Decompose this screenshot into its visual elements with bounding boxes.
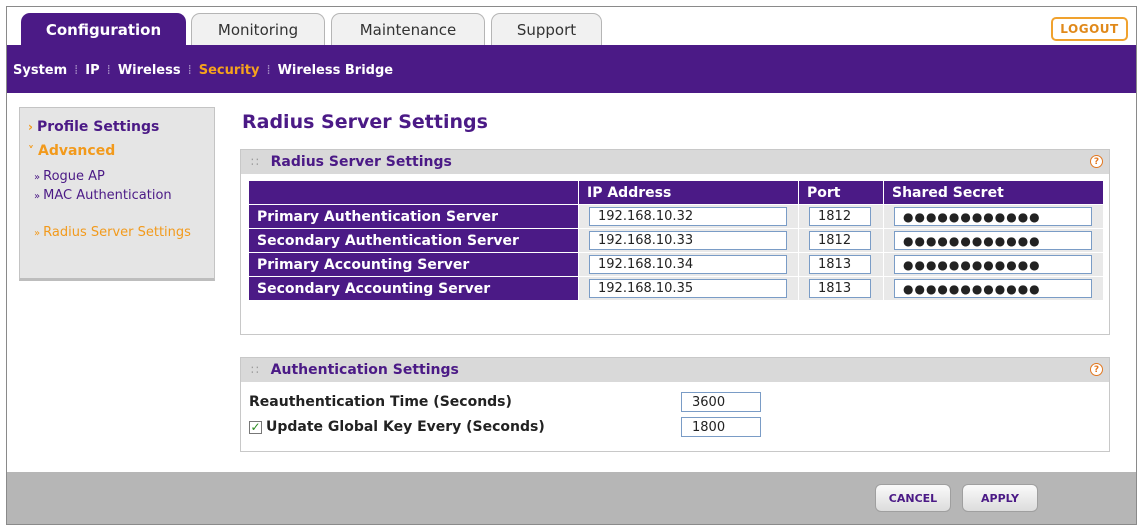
- port-cell: 1812: [798, 228, 884, 253]
- page-title: Radius Server Settings: [242, 111, 488, 133]
- sidebar-item-label: Rogue AP: [43, 169, 105, 184]
- panel-title: Radius Server Settings: [270, 154, 452, 170]
- sidebar-item-advanced[interactable]: ˅ Advanced: [28, 143, 115, 159]
- logout-button[interactable]: LOGOUT: [1051, 17, 1128, 41]
- panel-title: Authentication Settings: [270, 362, 459, 378]
- help-icon[interactable]: ?: [1090, 363, 1103, 376]
- double-chevron-icon: »: [34, 172, 41, 183]
- sidebar-item-profile-settings[interactable]: › Profile Settings: [28, 119, 159, 135]
- update-key-interval-input[interactable]: 1800: [681, 417, 761, 437]
- port-cell: 1813: [798, 252, 884, 277]
- ip-address-input[interactable]: 192.168.10.33: [589, 231, 787, 250]
- tab-configuration[interactable]: Configuration: [21, 13, 186, 46]
- subnav-system[interactable]: System: [13, 63, 67, 78]
- ip-cell: 192.168.10.34: [578, 252, 799, 277]
- port-cell: 1813: [798, 276, 884, 301]
- port-input[interactable]: 1813: [809, 255, 871, 274]
- tab-monitoring[interactable]: Monitoring: [191, 13, 325, 45]
- reauth-label: Reauthentication Time (Seconds): [249, 394, 512, 410]
- table-header-row: IP Address Port Shared Secret: [248, 180, 1104, 205]
- subnav-wireless-bridge[interactable]: Wireless Bridge: [278, 63, 394, 78]
- subnav-security[interactable]: Security: [199, 63, 260, 78]
- top-tab-bar: Configuration Monitoring Maintenance Sup…: [7, 7, 1136, 46]
- sidebar-item-radius-server-settings[interactable]: » Radius Server Settings: [34, 225, 204, 241]
- left-sidebar: › Profile Settings ˅ Advanced » Rogue AP » M…: [19, 107, 215, 281]
- table-row: Primary Authentication Server 192.168.10…: [248, 204, 1104, 229]
- cancel-button[interactable]: CANCEL: [875, 484, 951, 512]
- server-label: Primary Authentication Server: [248, 204, 579, 229]
- secret-cell: ●●●●●●●●●●●●: [883, 228, 1104, 253]
- ip-cell: 192.168.10.32: [578, 204, 799, 229]
- column-header-ip: IP Address: [578, 180, 799, 205]
- sidebar-item-label: Advanced: [38, 143, 116, 159]
- secret-cell: ●●●●●●●●●●●●: [883, 204, 1104, 229]
- grip-icon: ∷: [251, 155, 259, 169]
- panel-header: ∷ Radius Server Settings ?: [241, 150, 1109, 174]
- port-input[interactable]: 1812: [809, 231, 871, 250]
- sub-navigation: System ⁞ IP ⁞ Wireless ⁞ Security ⁞ Wire…: [7, 45, 1136, 93]
- panel-header: ∷ Authentication Settings ?: [241, 358, 1109, 382]
- sidebar-item-label: MAC Authentication: [43, 188, 172, 203]
- chevron-down-icon: ˅: [28, 144, 34, 158]
- double-chevron-icon: »: [34, 191, 41, 202]
- subnav-separator: ⁞: [106, 63, 111, 78]
- ip-cell: 192.168.10.33: [578, 228, 799, 253]
- radius-server-table: IP Address Port Shared Secret Primary Au…: [248, 180, 1104, 301]
- sidebar-item-label: Radius Server Settings: [43, 225, 191, 240]
- sidebar-item-mac-authentication[interactable]: » MAC Authentication: [34, 188, 204, 204]
- subnav-ip[interactable]: IP: [85, 63, 99, 78]
- radius-settings-panel: ∷ Radius Server Settings ? IP Address Po…: [240, 149, 1110, 335]
- update-key-row: ✓ Update Global Key Every (Seconds): [249, 419, 545, 435]
- shared-secret-input[interactable]: ●●●●●●●●●●●●: [894, 231, 1092, 250]
- ip-address-input[interactable]: 192.168.10.35: [589, 279, 787, 298]
- shared-secret-input[interactable]: ●●●●●●●●●●●●: [894, 279, 1092, 298]
- shared-secret-input[interactable]: ●●●●●●●●●●●●: [894, 207, 1092, 226]
- reauth-time-input[interactable]: 3600: [681, 392, 761, 412]
- update-key-label: Update Global Key Every (Seconds): [266, 419, 545, 435]
- update-key-checkbox[interactable]: ✓: [249, 420, 262, 434]
- server-label: Secondary Accounting Server: [248, 276, 579, 301]
- sidebar-item-rogue-ap[interactable]: » Rogue AP: [34, 169, 105, 185]
- port-cell: 1812: [798, 204, 884, 229]
- secret-cell: ●●●●●●●●●●●●: [883, 276, 1104, 301]
- ip-cell: 192.168.10.35: [578, 276, 799, 301]
- ip-address-input[interactable]: 192.168.10.32: [589, 207, 787, 226]
- sidebar-item-label: Profile Settings: [36, 119, 160, 135]
- port-input[interactable]: 1812: [809, 207, 871, 226]
- table-row: Primary Accounting Server 192.168.10.34 …: [248, 252, 1104, 277]
- table-row: Secondary Accounting Server 192.168.10.3…: [248, 276, 1104, 301]
- double-chevron-icon: »: [34, 228, 41, 239]
- router-admin-window: Configuration Monitoring Maintenance Sup…: [6, 6, 1137, 525]
- server-label: Secondary Authentication Server: [248, 228, 579, 253]
- server-label: Primary Accounting Server: [248, 252, 579, 277]
- ip-address-input[interactable]: 192.168.10.34: [589, 255, 787, 274]
- table-row: Secondary Authentication Server 192.168.…: [248, 228, 1104, 253]
- shared-secret-input[interactable]: ●●●●●●●●●●●●: [894, 255, 1092, 274]
- tab-support[interactable]: Support: [491, 13, 602, 45]
- subnav-separator: ⁞: [74, 63, 79, 78]
- column-header-server: [248, 180, 579, 205]
- port-input[interactable]: 1813: [809, 279, 871, 298]
- subnav-separator: ⁞: [266, 63, 271, 78]
- column-header-secret: Shared Secret: [883, 180, 1104, 205]
- authentication-settings-panel: ∷ Authentication Settings ? Reauthentica…: [240, 357, 1110, 452]
- column-header-port: Port: [798, 180, 884, 205]
- subnav-separator: ⁞: [187, 63, 192, 78]
- chevron-right-icon: ›: [28, 120, 33, 134]
- tab-maintenance[interactable]: Maintenance: [331, 13, 485, 45]
- secret-cell: ●●●●●●●●●●●●: [883, 252, 1104, 277]
- help-icon[interactable]: ?: [1090, 155, 1103, 168]
- apply-button[interactable]: APPLY: [962, 484, 1038, 512]
- grip-icon: ∷: [251, 363, 259, 377]
- action-bar: CANCEL APPLY: [7, 472, 1136, 524]
- subnav-wireless[interactable]: Wireless: [118, 63, 181, 78]
